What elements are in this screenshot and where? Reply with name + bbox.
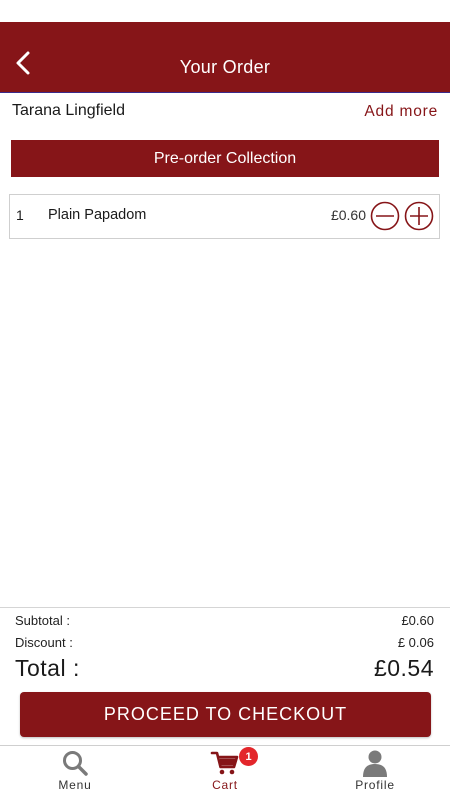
search-icon	[63, 751, 88, 776]
item-quantity: 1	[16, 207, 24, 223]
subtotal-label: Subtotal :	[15, 613, 70, 628]
total-label: Total :	[15, 655, 80, 681]
add-more-link[interactable]: Add more	[364, 103, 438, 121]
plus-circle-icon	[404, 201, 434, 231]
discount-value: £ 0.06	[397, 635, 434, 650]
tab-profile-label: Profile	[355, 778, 395, 792]
user-icon	[363, 750, 387, 777]
tab-cart-label: Cart	[212, 778, 238, 792]
restaurant-name: Tarana Lingfield	[12, 102, 125, 119]
item-name: Plain Papadom	[48, 207, 147, 223]
app-header: Your Order	[0, 22, 450, 93]
decrease-quantity-button[interactable]	[370, 201, 400, 231]
cart-icon	[210, 751, 239, 775]
order-summary: Subtotal : £0.60 Discount : £ 0.06 Total…	[0, 607, 450, 681]
item-price: £0.60	[330, 207, 366, 223]
tab-profile[interactable]: Profile	[300, 746, 450, 801]
proceed-to-checkout-button[interactable]: PROCEED TO CHECKOUT	[20, 692, 431, 737]
increase-quantity-button[interactable]	[404, 201, 434, 231]
tab-cart[interactable]: 1 Cart	[150, 746, 300, 801]
tab-menu-label: Menu	[58, 778, 92, 792]
status-bar	[0, 0, 450, 22]
discount-label: Discount :	[15, 635, 73, 650]
subtotal-value: £0.60	[401, 613, 434, 628]
tab-menu[interactable]: Menu	[0, 746, 150, 801]
page-title: Your Order	[179, 57, 271, 77]
cart-count-badge: 1	[239, 747, 258, 766]
order-type-button[interactable]: Pre-order Collection	[11, 140, 439, 177]
order-item-row: 1 Plain Papadom £0.60	[9, 194, 440, 239]
minus-circle-icon	[370, 201, 400, 231]
bottom-tab-bar: Menu 1 Cart Profile	[0, 745, 450, 801]
total-value: £0.54	[373, 655, 434, 681]
